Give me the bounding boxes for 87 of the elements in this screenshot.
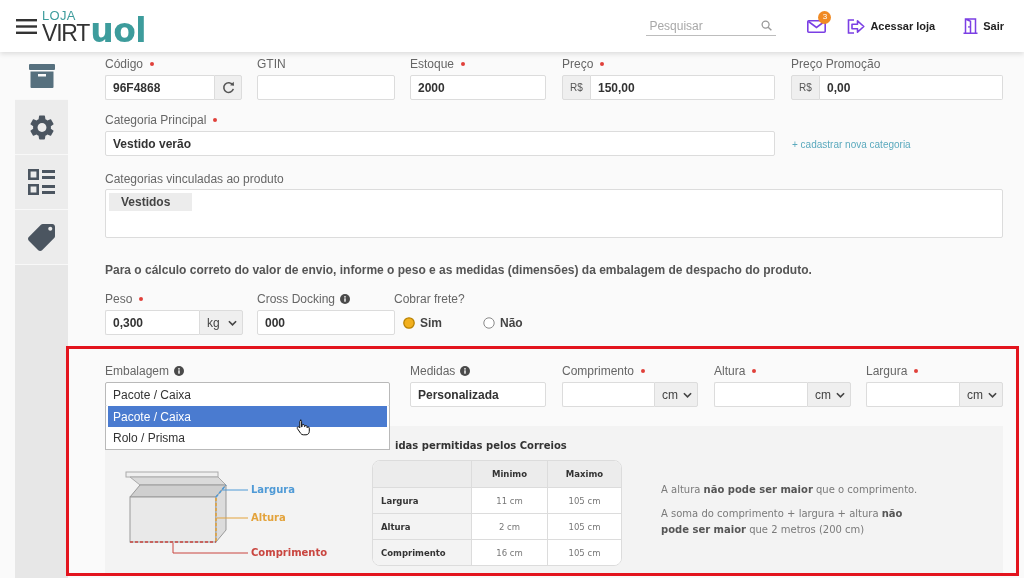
chevron-down-icon [683, 391, 692, 398]
leader-line [216, 517, 249, 519]
input-field[interactable]: 150,00 [591, 75, 775, 100]
currency-prefix: R$ [562, 75, 591, 100]
shipping-note: Para o cálculo correto do valor de envio, informe o peso e as medidas (dimensões) da embalagem de despacho do produto. [105, 263, 813, 277]
archive-box-icon [28, 63, 55, 88]
field-label: Categoria Principal [105, 113, 207, 127]
dimension-label: Largura [251, 484, 295, 495]
header-link[interactable]: Acessar loja [847, 18, 936, 34]
sidebar-tab[interactable] [15, 100, 68, 155]
logo-caption: LOJA [42, 10, 77, 22]
table-cell: 105 cm [547, 513, 621, 539]
unit-select[interactable]: cm [654, 382, 698, 407]
table-title: idas permitidas pelos Correios [394, 440, 568, 452]
list-view-icon [28, 169, 55, 195]
unit-select[interactable]: kg [199, 310, 243, 335]
field-label: Cross Docking [257, 292, 336, 306]
input-field[interactable] [866, 382, 959, 407]
field-label: Peso [105, 292, 133, 306]
search-field[interactable]: Pesquisar [646, 16, 777, 36]
row-header-cell: Largura [373, 487, 471, 513]
field-label: Embalagem [105, 364, 170, 378]
table-cell: 11 cm [471, 487, 547, 513]
refresh-icon [221, 81, 235, 94]
input-field[interactable]: 96F4868 [105, 75, 214, 100]
input-field[interactable] [257, 75, 395, 100]
settings-icon [29, 114, 54, 140]
hand-cursor-icon [296, 419, 310, 436]
field-label: Cobrar frete? [394, 292, 465, 306]
field-label: Preço Promoção [791, 57, 881, 71]
rule-text: A altura não pode ser maior que o comprimento. [661, 483, 919, 497]
category-tag[interactable]: Vestidos [109, 193, 192, 211]
rule-text: A soma do comprimento + largura + altura não pode ser maior que 2 metros (200 cm) [661, 507, 904, 537]
field-label: Estoque [410, 57, 455, 71]
input-field[interactable]: 000 [257, 310, 395, 335]
chevron-down-icon [228, 319, 237, 326]
table-cell: 2 cm [471, 513, 547, 539]
unit-select[interactable]: cm [807, 382, 851, 407]
field-label: Categorias vinculadas ao produto [105, 172, 284, 186]
sidebar-tab[interactable] [15, 210, 68, 265]
field-label: Medidas [410, 364, 456, 378]
refresh-button[interactable] [214, 75, 242, 100]
field-label: Código [105, 57, 144, 71]
table-header-cell: Maximo [547, 461, 621, 487]
input-field[interactable] [714, 382, 807, 407]
currency-prefix: R$ [791, 75, 820, 100]
menu-icon[interactable] [16, 18, 37, 34]
input-field[interactable]: 0,300 [105, 310, 199, 335]
tags-input-field[interactable]: Vestidos [105, 189, 1003, 238]
radio-option[interactable]: Não [483, 315, 523, 330]
input-field[interactable]: 2000 [410, 75, 546, 100]
dimension-label: Comprimento [251, 547, 328, 558]
tag-icon [28, 223, 55, 251]
logo-brand: uol [90, 17, 147, 44]
door-icon [963, 18, 979, 34]
dropdown-option[interactable]: Pacote / Caixa [108, 406, 387, 427]
table-cell: 105 cm [547, 539, 621, 565]
chevron-down-icon [836, 391, 845, 398]
table-cell: 105 cm [547, 487, 621, 513]
dropdown-option[interactable]: Rolo / Prisma [108, 427, 387, 448]
row-header-cell: Altura [373, 513, 471, 539]
dimension-label: Altura [251, 512, 286, 523]
radio-option[interactable]: Sim [403, 315, 442, 330]
sidebar-tab[interactable] [15, 155, 68, 210]
chevron-down-icon [988, 391, 997, 398]
notification-badge: 3 [818, 10, 832, 24]
row-header-cell: Comprimento [373, 539, 471, 565]
mail-button[interactable] [807, 19, 827, 33]
field-label: GTIN [257, 57, 286, 71]
table-header-cell: Minimo [471, 461, 547, 487]
envelope-icon [807, 19, 827, 33]
field-label: Comprimento [562, 364, 635, 378]
field-label: Altura [714, 364, 746, 378]
table-cell: 16 cm [471, 539, 547, 565]
input-field[interactable] [562, 382, 654, 407]
field-label: Largura [866, 364, 908, 378]
search-icon [761, 20, 773, 31]
enter-arrow-icon [847, 18, 866, 34]
input-field[interactable]: Personalizada [410, 382, 546, 407]
header-link[interactable]: Sair [963, 18, 1004, 34]
logo-wordmark: VIRT [42, 22, 90, 44]
field-label: Preço [562, 57, 594, 71]
input-field[interactable]: 0,00 [820, 75, 1003, 100]
input-field[interactable]: Vestido verão [105, 131, 775, 156]
dropdown-field[interactable]: Pacote / Caixa [105, 382, 390, 407]
unit-select[interactable]: cm [959, 382, 1003, 407]
leader-line [221, 489, 249, 491]
